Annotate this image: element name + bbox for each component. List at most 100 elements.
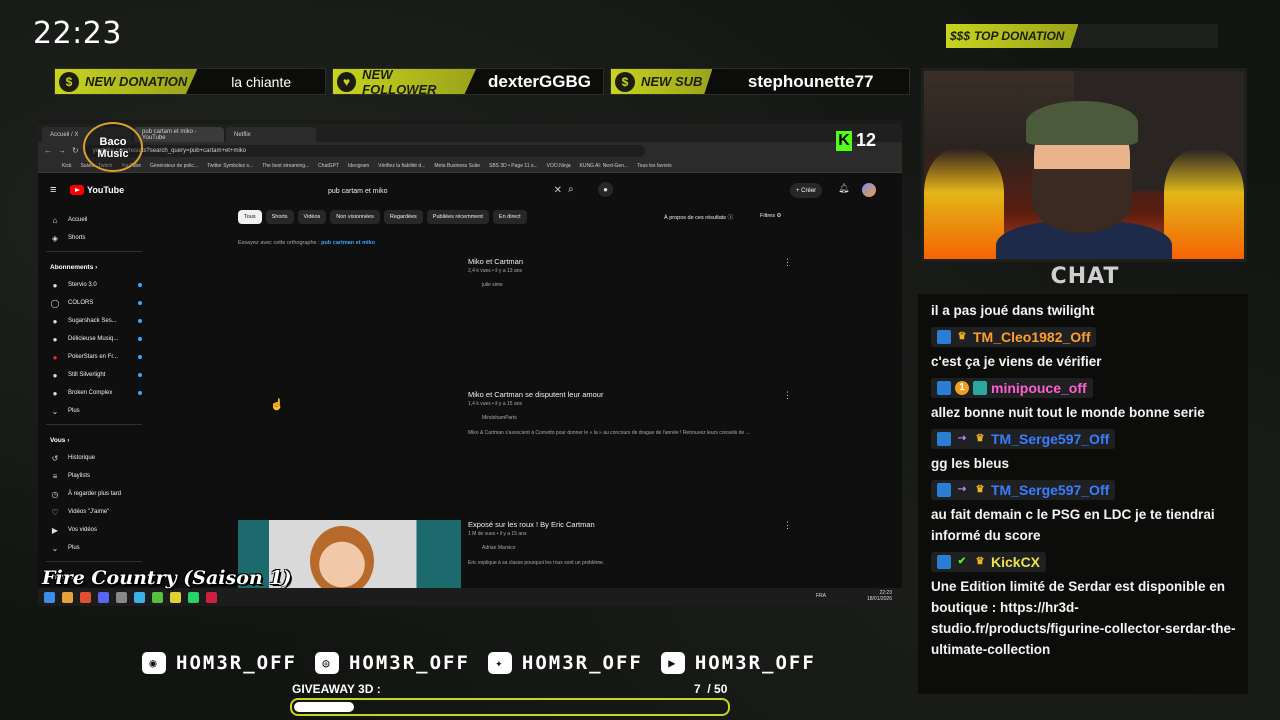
- youtube-logo[interactable]: YouTube: [70, 185, 124, 195]
- chat-username[interactable]: ⇢ ♛ TM_Serge597_Off: [931, 480, 1116, 500]
- chip-videos[interactable]: Vidéos: [297, 210, 327, 224]
- video-thumbnail[interactable]: [238, 257, 461, 377]
- chat-message: ⇢ ♛ TM_Serge597_Off au fait demain c le PS…: [931, 480, 1215, 543]
- video-title[interactable]: Miko et Cartman se disputent leur amour: [468, 390, 603, 399]
- file-explorer-icon[interactable]: [62, 591, 73, 603]
- bookmark[interactable]: SBS 3D • Page 11 s...: [489, 163, 538, 169]
- sidebar-item-liked[interactable]: ♡ Vidéos "J'aime": [46, 503, 142, 521]
- video-description: Eric explique à sa classe pourquoi les r…: [468, 560, 605, 566]
- video-description: Miko & Cartman s'associent à Cornetto po…: [468, 430, 750, 436]
- app-icon[interactable]: [170, 591, 181, 603]
- sidebar-item-subscription[interactable]: ● Stervio 3.0: [46, 276, 142, 294]
- sidebar-item-history[interactable]: ↺ Historique: [46, 449, 142, 467]
- bookmark[interactable]: Kick: [62, 163, 71, 169]
- streamer-cap: [1026, 101, 1138, 145]
- subscriptions-header[interactable]: Abonnements ›: [46, 260, 142, 274]
- about-results-link[interactable]: À propos de ces résultats ⓘ: [664, 213, 733, 221]
- brave-icon[interactable]: [80, 591, 91, 603]
- more-options-icon[interactable]: ⋮: [783, 520, 792, 531]
- hamburger-menu-icon[interactable]: ≡: [50, 184, 56, 196]
- taskbar-clock[interactable]: 22:23 18/01/2026: [867, 590, 892, 602]
- chip-unwatched[interactable]: Non visionnées: [330, 210, 380, 224]
- video-title[interactable]: Exposé sur les roux ! By Eric Cartman: [468, 520, 595, 529]
- bookmark[interactable]: Meta Business Suite: [434, 163, 480, 169]
- new-content-dot: [138, 391, 142, 395]
- browser-tab-active[interactable]: pub cartam et miko - YouTube: [134, 127, 224, 142]
- bookmark[interactable]: Vérifiez la fiabilité d...: [378, 163, 425, 169]
- you-header[interactable]: Vous ›: [46, 433, 142, 447]
- app-icon[interactable]: [116, 591, 127, 603]
- chat-message: ⇢ ♛ TM_Serge597_Off gg les bleus: [931, 429, 1238, 474]
- create-button[interactable]: + Créer: [790, 183, 823, 198]
- back-icon[interactable]: ←: [44, 146, 52, 155]
- now-playing-title: Fire Country (Saison 1): [42, 567, 292, 589]
- sidebar-item-subscription[interactable]: ● PokerStars en Fr...: [46, 348, 142, 366]
- channel-avatar-icon: ●: [52, 316, 58, 326]
- chip-recent[interactable]: Publiées récemment: [426, 210, 489, 224]
- browser-tab[interactable]: Netflix: [226, 127, 316, 142]
- whatsapp-icon[interactable]: [188, 591, 199, 603]
- bookmark[interactable]: Générateur de polic...: [150, 163, 198, 169]
- video-meta: 2,4 k vues • il y a 13 ans: [468, 268, 523, 274]
- video-title[interactable]: Miko et Cartman: [468, 257, 523, 266]
- sidebar-item-shorts[interactable]: ◈ Shorts: [46, 229, 142, 247]
- language-indicator[interactable]: FRA: [816, 593, 826, 599]
- chat-username[interactable]: ♛ TM_Cleo1982_Off: [931, 327, 1097, 347]
- reload-icon[interactable]: ↻: [72, 146, 79, 155]
- app-icon[interactable]: [206, 591, 217, 603]
- clear-search-icon[interactable]: ✕: [554, 185, 562, 196]
- chip-live[interactable]: En direct: [492, 210, 527, 224]
- follower-value: dexterGGBG: [488, 71, 591, 91]
- sidebar-item-subscription[interactable]: ● Still Silverlight: [46, 366, 142, 384]
- sidebar-item-watch-later[interactable]: ◷ À regarder plus tard: [46, 485, 142, 503]
- app-icon[interactable]: [134, 591, 145, 603]
- bookmark[interactable]: Tous les favoris: [637, 163, 671, 169]
- chat-username[interactable]: ✔ ♛ KickCX: [931, 552, 1047, 572]
- bookmark[interactable]: KUNG AI: Next-Gen...: [580, 163, 629, 169]
- channel-name[interactable]: julie sime: [482, 282, 503, 288]
- notifications-bell-icon[interactable]: 🔔︎: [838, 183, 849, 194]
- chip-watched[interactable]: Regardées: [383, 210, 423, 224]
- bookmark[interactable]: Ideogram: [348, 163, 369, 169]
- sidebar-item-subscription[interactable]: ● Sugarshack Ses...: [46, 312, 142, 330]
- discord-icon[interactable]: [98, 591, 109, 603]
- address-bar[interactable]: youtube.com/results?search_query=pub+car…: [84, 144, 645, 157]
- more-options-icon[interactable]: ⋮: [783, 257, 792, 268]
- chat-username[interactable]: ⇢ ♛ TM_Serge597_Off: [931, 429, 1116, 449]
- suggested-query-link[interactable]: pub cartman et miko: [321, 240, 375, 246]
- bookmark[interactable]: The best streaming...: [262, 163, 309, 169]
- social-youtube: ▶ HOM3R_OFF: [660, 652, 816, 674]
- sidebar-item-home[interactable]: ⌂ Accueil: [46, 211, 142, 229]
- more-options-icon[interactable]: ⋮: [783, 390, 792, 401]
- sidebar-item-subscription[interactable]: ● Broken Complex: [46, 384, 142, 402]
- sidebar-item-subscription[interactable]: ◯ COLORS: [46, 294, 142, 312]
- search-icon[interactable]: ⌕: [568, 184, 574, 195]
- channel-name[interactable]: MindshamParts: [482, 415, 517, 421]
- chip-shorts[interactable]: Shorts: [265, 210, 294, 224]
- spelling-suggestion: Essayez avec cette orthographe : pub car…: [238, 240, 375, 246]
- sidebar-item-your-videos[interactable]: ▶ Vos vidéos: [46, 521, 142, 539]
- discord-icon: ◉: [142, 652, 166, 674]
- forward-icon[interactable]: →: [58, 146, 66, 155]
- bookmark[interactable]: Twitter Symbolez s...: [207, 163, 253, 169]
- avatar[interactable]: [862, 183, 876, 197]
- sidebar-item-more[interactable]: ⌄ Plus: [46, 402, 142, 420]
- microphone-icon[interactable]: ●: [598, 182, 613, 197]
- sidebar-item-subscription[interactable]: ● Délicieuse Musiq...: [46, 330, 142, 348]
- chip-all[interactable]: Tous: [238, 210, 262, 224]
- bookmark[interactable]: VOO.Ninja: [547, 163, 571, 169]
- streamer-beard: [1032, 169, 1132, 233]
- sidebar-item-playlists[interactable]: ≡ Playlists: [46, 467, 142, 485]
- channel-name[interactable]: Adrian Marsico: [482, 545, 515, 551]
- filters-button[interactable]: Filtres ⚙: [760, 213, 781, 219]
- badge-icon: [937, 330, 951, 344]
- app-icon[interactable]: [152, 591, 163, 603]
- search-input[interactable]: pub cartam et miko ✕: [320, 183, 566, 199]
- baco-music-logo: Baco Music: [83, 122, 143, 172]
- bookmark[interactable]: ChatGPT: [318, 163, 339, 169]
- new-donation-alert: $ NEW DONATION la chiante: [54, 68, 326, 95]
- start-icon[interactable]: [44, 591, 55, 603]
- flame-right: [1164, 149, 1244, 259]
- chat-username[interactable]: 1 minipouce_off: [931, 378, 1093, 398]
- sidebar-item-more[interactable]: ⌄ Plus: [46, 539, 142, 557]
